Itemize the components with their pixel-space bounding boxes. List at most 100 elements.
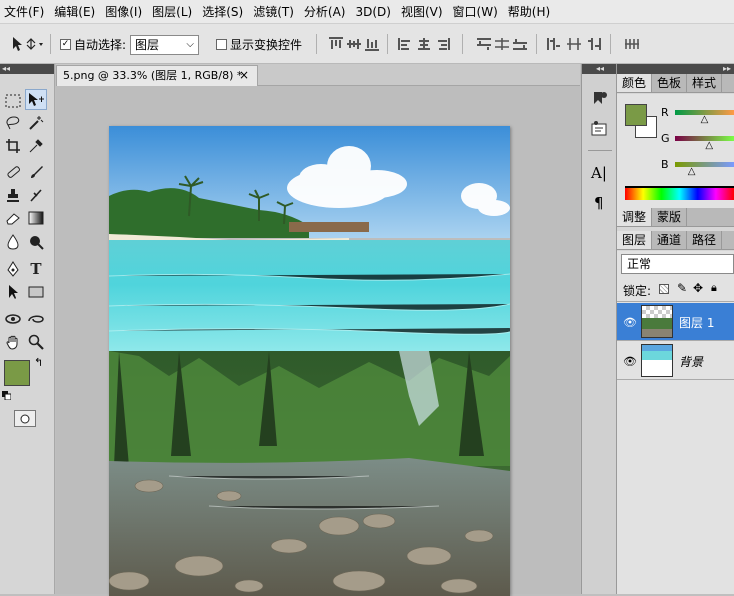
marquee-tool-icon[interactable] bbox=[2, 90, 24, 111]
dodge-tool-icon[interactable] bbox=[25, 231, 47, 252]
align-right-icon[interactable] bbox=[434, 37, 450, 51]
tab-styles[interactable]: 样式 bbox=[687, 74, 723, 92]
history-panel-icon[interactable] bbox=[590, 90, 610, 113]
channel-b-label: B bbox=[661, 158, 669, 171]
tool-preset-picker[interactable] bbox=[8, 34, 46, 54]
quick-mask-button[interactable] bbox=[14, 410, 36, 427]
auto-align-icon[interactable] bbox=[624, 37, 640, 51]
channel-r-label: R bbox=[661, 106, 669, 119]
healing-brush-icon[interactable] bbox=[2, 161, 24, 182]
crop-tool-icon[interactable] bbox=[2, 135, 24, 156]
shape-tool-icon[interactable] bbox=[25, 281, 47, 302]
layer-name: 背景 bbox=[679, 355, 704, 369]
eyedropper-icon[interactable] bbox=[25, 135, 47, 156]
lock-position-icon[interactable]: ✥ bbox=[693, 281, 703, 295]
distribute-bottom-icon[interactable] bbox=[512, 37, 528, 51]
document-tab-title: 5.png @ 33.3% (图层 1, RGB/8) * bbox=[63, 69, 243, 82]
menu-help[interactable]: 帮助(H) bbox=[506, 0, 558, 24]
eye-icon[interactable]: 👁︎ bbox=[623, 355, 637, 368]
eraser-icon[interactable] bbox=[2, 207, 24, 228]
menu-layer[interactable]: 图层(L) bbox=[150, 0, 200, 24]
path-selection-icon[interactable] bbox=[2, 281, 24, 302]
color-spectrum-bar[interactable] bbox=[625, 186, 734, 200]
hand-tool-icon[interactable] bbox=[2, 331, 24, 352]
channel-b-thumb[interactable]: △ bbox=[688, 166, 696, 177]
align-bottom-icon[interactable] bbox=[364, 37, 380, 51]
layers-panel-tabs: 图层 通道 路径 bbox=[617, 231, 734, 250]
auto-select-check: ✓ bbox=[60, 38, 71, 50]
lock-row: 锁定: ✎ ✥ 🔒︎ bbox=[617, 278, 734, 302]
panels-collapse[interactable]: ▸▸ bbox=[617, 64, 734, 74]
panel-fg-color-swatch[interactable] bbox=[625, 104, 647, 126]
swap-colors-icon[interactable]: ↰ bbox=[34, 356, 43, 369]
options-bar: ✓ 自动选择: 图层 ⌵ 显示变换控件 bbox=[0, 24, 734, 64]
brush-tool-icon[interactable] bbox=[25, 161, 47, 182]
channel-r-thumb[interactable]: △ bbox=[701, 114, 709, 125]
lock-pixels-icon[interactable]: ✎ bbox=[677, 281, 687, 295]
3d-orbit-icon[interactable] bbox=[25, 308, 47, 329]
pen-tool-icon[interactable] bbox=[2, 258, 24, 279]
canvas-image bbox=[109, 126, 510, 596]
chevron-down-icon: ⌵ bbox=[186, 39, 194, 50]
clone-stamp-icon[interactable] bbox=[2, 184, 24, 205]
align-left-icon[interactable] bbox=[398, 37, 414, 51]
menu-filter[interactable]: 滤镜(T) bbox=[251, 0, 302, 24]
menu-view[interactable]: 视图(V) bbox=[399, 0, 451, 24]
menu-select[interactable]: 选择(S) bbox=[200, 0, 251, 24]
channel-b-slider[interactable] bbox=[675, 162, 734, 167]
adjust-panel-tabs: 调整 蒙版 bbox=[617, 208, 734, 227]
menu-bar: 文件(F) 编辑(E) 图像(I) 图层(L) 选择(S) 滤镜(T) 分析(A… bbox=[0, 0, 734, 24]
menu-file[interactable]: 文件(F) bbox=[2, 0, 52, 24]
move-tool-icon[interactable] bbox=[25, 89, 47, 110]
layer-row-background[interactable]: 👁︎ 背景 bbox=[617, 342, 734, 380]
default-colors-icon[interactable] bbox=[2, 389, 12, 401]
zoom-tool-icon[interactable] bbox=[25, 331, 47, 352]
lock-transparency-icon[interactable] bbox=[659, 284, 669, 294]
tab-paths[interactable]: 路径 bbox=[687, 231, 723, 249]
auto-select-checkbox[interactable]: ✓ bbox=[60, 37, 71, 51]
tab-adjustments[interactable]: 调整 bbox=[617, 208, 653, 226]
character-panel-icon[interactable]: A| bbox=[591, 164, 607, 182]
actions-panel-icon[interactable] bbox=[590, 120, 610, 143]
history-brush-icon[interactable] bbox=[25, 184, 47, 205]
auto-select-dropdown[interactable]: 图层 ⌵ bbox=[130, 35, 199, 55]
3d-rotate-icon[interactable] bbox=[2, 308, 24, 329]
magic-wand-icon[interactable] bbox=[25, 112, 47, 133]
tab-layers[interactable]: 图层 bbox=[617, 231, 653, 249]
blend-mode-value: 正常 bbox=[627, 257, 652, 271]
lock-all-icon[interactable]: 🔒︎ bbox=[711, 281, 717, 295]
menu-edit[interactable]: 编辑(E) bbox=[52, 0, 103, 24]
dock-collapse[interactable]: ◂◂ bbox=[582, 64, 616, 74]
gradient-tool-icon[interactable] bbox=[25, 207, 47, 228]
distribute-left-icon[interactable] bbox=[546, 37, 562, 51]
lasso-tool-icon[interactable] bbox=[2, 112, 24, 133]
show-transform-checkbox[interactable] bbox=[216, 37, 227, 51]
foreground-color-swatch[interactable] bbox=[4, 360, 30, 386]
tab-channels[interactable]: 通道 bbox=[652, 231, 688, 249]
align-top-icon[interactable] bbox=[328, 37, 344, 51]
channel-g-thumb[interactable]: △ bbox=[705, 140, 713, 151]
toolbox-header[interactable]: ◂◂ bbox=[0, 64, 54, 74]
blur-tool-icon[interactable] bbox=[2, 231, 24, 252]
image-canvas[interactable] bbox=[109, 126, 510, 596]
tab-swatches[interactable]: 色板 bbox=[652, 74, 688, 92]
tab-masks[interactable]: 蒙版 bbox=[652, 208, 688, 226]
blend-mode-dropdown[interactable]: 正常 bbox=[621, 254, 734, 274]
tab-color[interactable]: 颜色 bbox=[617, 74, 653, 92]
menu-window[interactable]: 窗口(W) bbox=[451, 0, 506, 24]
distribute-hcenter-icon[interactable] bbox=[566, 37, 582, 51]
menu-3d[interactable]: 3D(D) bbox=[353, 0, 398, 24]
eye-icon[interactable]: 👁︎ bbox=[623, 316, 637, 329]
menu-analysis[interactable]: 分析(A) bbox=[302, 0, 354, 24]
menu-image[interactable]: 图像(I) bbox=[103, 0, 150, 24]
layer-row-layer1[interactable]: 👁︎ 图层 1 bbox=[617, 303, 734, 341]
align-hcenter-icon[interactable] bbox=[416, 37, 432, 51]
close-icon[interactable]: × bbox=[239, 66, 249, 85]
paragraph-panel-icon[interactable]: ¶ bbox=[594, 194, 604, 212]
distribute-vcenter-icon[interactable] bbox=[494, 37, 510, 51]
distribute-right-icon[interactable] bbox=[586, 37, 602, 51]
document-tab[interactable]: 5.png @ 33.3% (图层 1, RGB/8) * × bbox=[56, 65, 258, 86]
distribute-top-icon[interactable] bbox=[476, 37, 492, 51]
align-vcenter-icon[interactable] bbox=[346, 37, 362, 51]
type-tool-icon[interactable]: T bbox=[25, 258, 47, 279]
